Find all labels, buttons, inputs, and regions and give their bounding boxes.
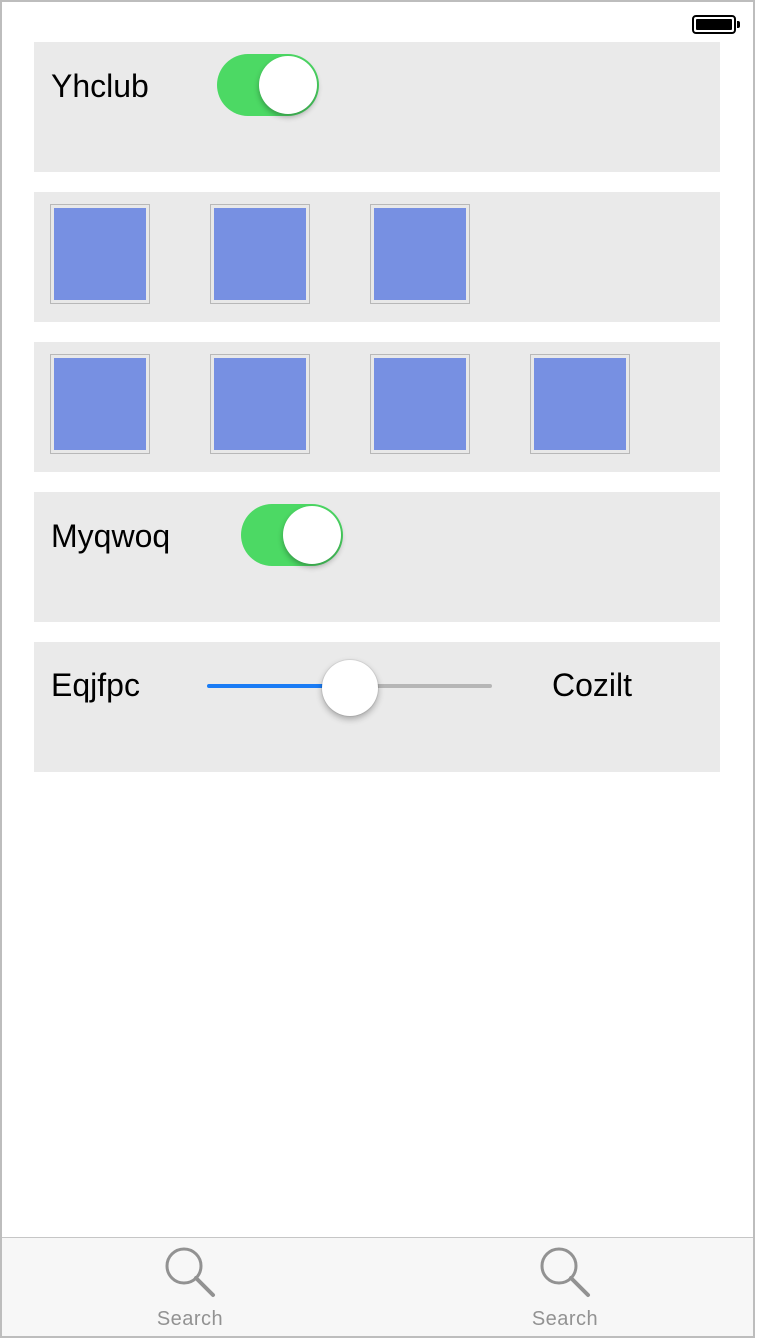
image-tile[interactable] bbox=[370, 204, 470, 304]
image-tile[interactable] bbox=[530, 354, 630, 454]
tile-row-1 bbox=[34, 192, 720, 322]
toggle-knob bbox=[259, 56, 317, 114]
tab-search-1[interactable]: Search bbox=[90, 1238, 290, 1336]
yhclub-toggle[interactable] bbox=[217, 54, 319, 116]
tab-label: Search bbox=[156, 1308, 224, 1330]
toggle-knob bbox=[283, 506, 341, 564]
slider-trailing-label: Cozilt bbox=[552, 667, 633, 703]
row-label: Yhclub bbox=[51, 68, 149, 104]
slider-thumb[interactable] bbox=[321, 660, 378, 716]
image-tile[interactable] bbox=[50, 354, 150, 454]
settings-row-eqjfpc: Eqjfpc Cozilt bbox=[34, 642, 720, 772]
tab-search-2[interactable]: Search bbox=[465, 1238, 665, 1336]
slider-leading-label: Eqjfpc bbox=[51, 667, 140, 703]
battery-full-icon bbox=[692, 15, 736, 34]
battery-tip bbox=[737, 21, 740, 28]
app-screen: Yhclub Myqwoq Eqjfpc Cozilt Search Searc… bbox=[0, 0, 755, 1338]
tile-row-2 bbox=[34, 342, 720, 472]
eqjfpc-slider[interactable] bbox=[207, 660, 492, 716]
image-tile[interactable] bbox=[370, 354, 470, 454]
myqwoq-toggle[interactable] bbox=[241, 504, 343, 566]
settings-row-myqwoq: Myqwoq bbox=[34, 492, 720, 622]
search-icon bbox=[540, 1247, 590, 1297]
row-label: Myqwoq bbox=[51, 518, 171, 554]
status-bar bbox=[2, 2, 753, 42]
tab-label: Search bbox=[531, 1308, 599, 1330]
image-tile[interactable] bbox=[210, 204, 310, 304]
settings-row-yhclub: Yhclub bbox=[34, 42, 720, 172]
tab-bar: Search Search bbox=[2, 1237, 753, 1336]
search-icon bbox=[165, 1247, 215, 1297]
image-tile[interactable] bbox=[210, 354, 310, 454]
image-tile[interactable] bbox=[50, 204, 150, 304]
